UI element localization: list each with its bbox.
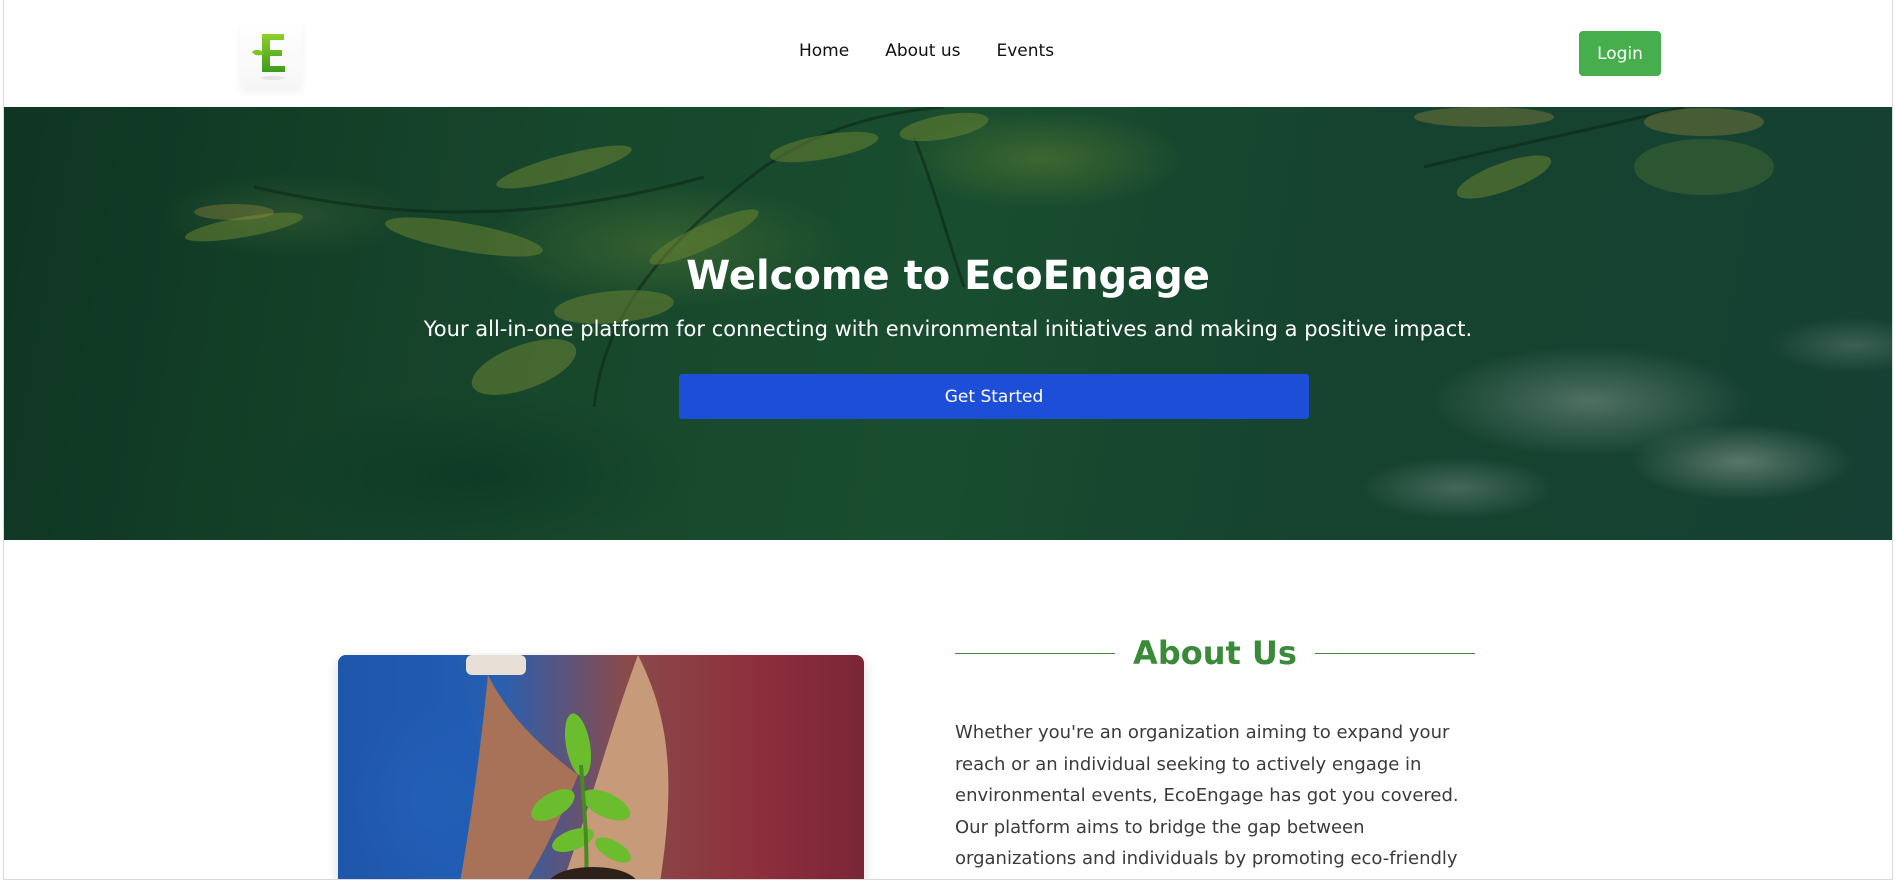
- about-heading: About Us: [1133, 634, 1297, 672]
- heading-divider-left: [955, 652, 1116, 654]
- ecoengage-logo-icon[interactable]: [240, 20, 302, 88]
- get-started-button[interactable]: Get Started: [679, 374, 1309, 419]
- hero-banner: Welcome to EcoEngage Your all-in-one pla…: [4, 107, 1892, 540]
- about-heading-row: About Us: [955, 628, 1475, 678]
- navbar: Home About us Events Login: [4, 0, 1892, 107]
- hero-title: Welcome to EcoEngage: [686, 253, 1210, 299]
- nav-link-events[interactable]: Events: [997, 41, 1055, 61]
- main-nav: Home About us Events: [799, 41, 1054, 61]
- page-frame: Home About us Events Login Welcome to Ec…: [3, 0, 1893, 880]
- nav-link-home[interactable]: Home: [799, 41, 849, 61]
- about-description: Whether you're an organization aiming to…: [955, 722, 1459, 870]
- nav-link-about-us[interactable]: About us: [885, 41, 960, 61]
- login-button[interactable]: Login: [1579, 31, 1661, 76]
- hero-subtitle: Your all-in-one platform for connecting …: [423, 317, 1473, 341]
- about-image-seedling: [338, 655, 864, 879]
- heading-divider-right: [1314, 652, 1475, 654]
